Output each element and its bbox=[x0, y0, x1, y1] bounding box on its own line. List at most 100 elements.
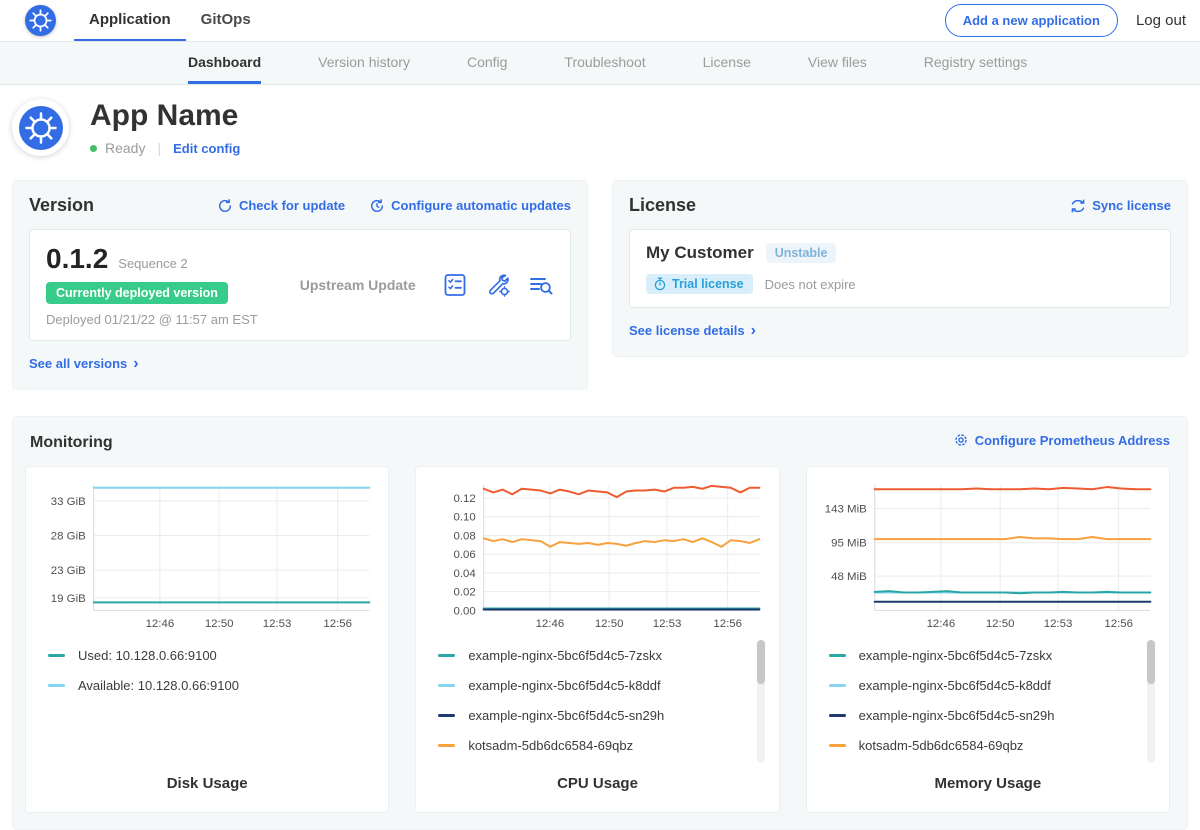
svg-text:143 MiB: 143 MiB bbox=[824, 503, 866, 515]
legend-swatch bbox=[48, 654, 65, 657]
svg-text:12:53: 12:53 bbox=[653, 618, 682, 630]
sync-icon bbox=[1070, 198, 1086, 214]
sync-license-link[interactable]: Sync license bbox=[1070, 198, 1171, 214]
svg-text:12:50: 12:50 bbox=[205, 618, 234, 630]
check-for-update-link[interactable]: Check for update bbox=[217, 198, 345, 214]
svg-text:0.02: 0.02 bbox=[454, 587, 476, 599]
svg-text:48 MiB: 48 MiB bbox=[831, 571, 867, 583]
legend-label: example-nginx-5bc6f5d4c5-7zskx bbox=[468, 648, 662, 663]
license-details-row: My Customer Unstable Trial license Does … bbox=[629, 229, 1171, 308]
chart-title: CPU Usage bbox=[428, 769, 766, 800]
legend-swatch bbox=[438, 684, 455, 687]
version-number: 0.1.2 bbox=[46, 243, 108, 275]
svg-text:95 MiB: 95 MiB bbox=[831, 538, 867, 550]
view-diff-icon[interactable] bbox=[528, 272, 554, 298]
deployed-badge: Currently deployed version bbox=[46, 282, 228, 304]
tab-license[interactable]: License bbox=[703, 42, 751, 84]
monitoring-title: Monitoring bbox=[30, 434, 113, 452]
legend-label: example-nginx-5bc6f5d4c5-k8ddf bbox=[859, 678, 1051, 693]
memory-usage-chart: 48 MiB95 MiB143 MiB12:4612:5012:5312:56 bbox=[819, 477, 1157, 638]
tab-registry-settings[interactable]: Registry settings bbox=[924, 42, 1027, 84]
legend-item: example-nginx-5bc6f5d4c5-7zskx bbox=[829, 648, 1153, 663]
chevron-right-icon: › bbox=[133, 356, 138, 372]
tab-dashboard[interactable]: Dashboard bbox=[188, 42, 261, 84]
add-application-button[interactable]: Add a new application bbox=[945, 4, 1118, 37]
configure-prometheus-link[interactable]: Configure Prometheus Address bbox=[953, 432, 1170, 448]
top-nav-tabs: Application GitOps bbox=[74, 0, 266, 41]
svg-text:12:46: 12:46 bbox=[926, 618, 955, 630]
legend-item: example-nginx-5bc6f5d4c5-sn29h bbox=[438, 708, 762, 723]
cpu-usage-card: 0.000.020.040.060.080.100.1212:4612:5012… bbox=[415, 466, 779, 813]
legend-swatch bbox=[48, 684, 65, 687]
chart-title: Memory Usage bbox=[819, 769, 1157, 800]
preflight-checks-icon[interactable] bbox=[442, 272, 468, 298]
legend-label: example-nginx-5bc6f5d4c5-sn29h bbox=[859, 708, 1055, 723]
svg-text:12:56: 12:56 bbox=[1104, 618, 1133, 630]
version-source-label: Upstream Update bbox=[300, 277, 416, 293]
svg-text:33 GiB: 33 GiB bbox=[51, 496, 86, 508]
legend-swatch bbox=[829, 744, 846, 747]
monitoring-card: Monitoring Configure Prometheus Address … bbox=[12, 416, 1188, 830]
memory-usage-legend: example-nginx-5bc6f5d4c5-7zskx example-ng… bbox=[819, 638, 1157, 769]
legend-scrollbar-thumb[interactable] bbox=[1147, 640, 1155, 684]
divider: | bbox=[153, 140, 165, 156]
legend-scrollbar-thumb[interactable] bbox=[757, 640, 765, 684]
disk-usage-legend: Used: 10.128.0.66:9100 Available: 10.128.… bbox=[38, 638, 376, 769]
page-title: App Name bbox=[90, 99, 240, 132]
legend-item: example-nginx-5bc6f5d4c5-7zskx bbox=[438, 648, 762, 663]
clock-refresh-icon bbox=[369, 198, 385, 214]
legend-scrollbar bbox=[1147, 640, 1155, 763]
legend-item: kotsadm-5db6dc6584-69qbz bbox=[829, 738, 1153, 753]
legend-item: Used: 10.128.0.66:9100 bbox=[48, 648, 372, 663]
edit-config-link[interactable]: Edit config bbox=[173, 141, 240, 156]
cpu-usage-legend: example-nginx-5bc6f5d4c5-7zskx example-ng… bbox=[428, 638, 766, 769]
svg-text:19 GiB: 19 GiB bbox=[51, 593, 86, 605]
memory-usage-card: 48 MiB95 MiB143 MiB12:4612:5012:5312:56 … bbox=[806, 466, 1170, 813]
configure-auto-updates-link[interactable]: Configure automatic updates bbox=[369, 198, 571, 214]
tab-version-history[interactable]: Version history bbox=[318, 42, 410, 84]
legend-swatch bbox=[829, 654, 846, 657]
status-dot bbox=[90, 145, 97, 152]
legend-item: example-nginx-5bc6f5d4c5-k8ddf bbox=[438, 678, 762, 693]
version-card-title: Version bbox=[29, 195, 94, 216]
legend-item: kotsadm-5db6dc6584-69qbz bbox=[438, 738, 762, 753]
license-expiry: Does not expire bbox=[765, 277, 856, 292]
app-header: App Name Ready | Edit config bbox=[0, 85, 1200, 172]
svg-text:23 GiB: 23 GiB bbox=[51, 565, 86, 577]
svg-text:0.08: 0.08 bbox=[454, 530, 476, 542]
legend-swatch bbox=[829, 684, 846, 687]
svg-text:12:56: 12:56 bbox=[714, 618, 743, 630]
stopwatch-icon bbox=[653, 277, 667, 291]
legend-swatch bbox=[829, 714, 846, 717]
see-all-versions-link[interactable]: See all versions› bbox=[29, 356, 139, 372]
tab-gitops[interactable]: GitOps bbox=[186, 0, 266, 41]
refresh-icon bbox=[217, 198, 233, 214]
tab-application[interactable]: Application bbox=[74, 0, 186, 41]
license-type-badge: Trial license bbox=[646, 274, 753, 294]
cpu-usage-chart: 0.000.020.040.060.080.100.1212:4612:5012… bbox=[428, 477, 766, 638]
svg-text:12:46: 12:46 bbox=[146, 618, 175, 630]
svg-text:0.10: 0.10 bbox=[454, 512, 476, 524]
svg-text:12:50: 12:50 bbox=[595, 618, 624, 630]
legend-label: Available: 10.128.0.66:9100 bbox=[78, 678, 239, 693]
sequence-label: Sequence 2 bbox=[118, 256, 187, 271]
svg-text:0.06: 0.06 bbox=[454, 549, 476, 561]
license-card-title: License bbox=[629, 195, 696, 216]
legend-item: Available: 10.128.0.66:9100 bbox=[48, 678, 372, 693]
legend-label: kotsadm-5db6dc6584-69qbz bbox=[468, 738, 633, 753]
legend-item: example-nginx-5bc6f5d4c5-sn29h bbox=[829, 708, 1153, 723]
kubernetes-logo-icon[interactable] bbox=[25, 5, 56, 36]
chart-title: Disk Usage bbox=[38, 769, 376, 800]
svg-text:12:53: 12:53 bbox=[263, 618, 292, 630]
version-card: Version Check for update bbox=[12, 180, 588, 390]
deployed-timestamp: Deployed 01/21/22 @ 11:57 am EST bbox=[46, 312, 258, 327]
svg-text:0.00: 0.00 bbox=[454, 605, 476, 617]
logout-button[interactable]: Log out bbox=[1136, 12, 1186, 29]
legend-label: example-nginx-5bc6f5d4c5-7zskx bbox=[859, 648, 1053, 663]
tab-config[interactable]: Config bbox=[467, 42, 507, 84]
see-license-details-link[interactable]: See license details› bbox=[629, 323, 756, 339]
edit-config-wrench-icon[interactable] bbox=[485, 272, 511, 298]
tab-troubleshoot[interactable]: Troubleshoot bbox=[564, 42, 645, 84]
app-logo bbox=[12, 99, 69, 156]
tab-view-files[interactable]: View files bbox=[808, 42, 867, 84]
